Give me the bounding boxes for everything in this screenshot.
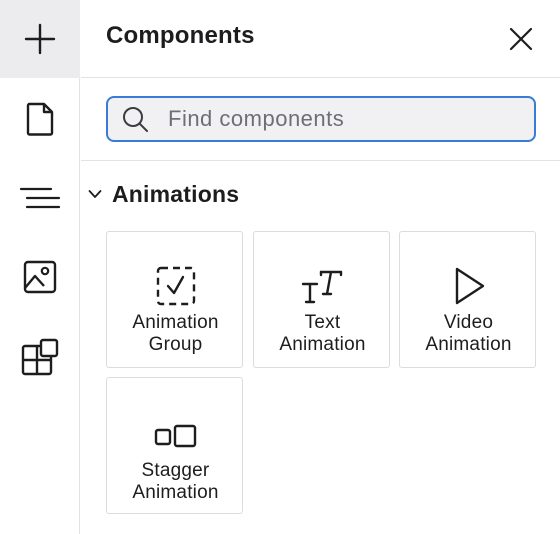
navigator-button[interactable] <box>0 159 80 237</box>
tile-label: Video Animation <box>425 312 512 355</box>
plus-icon <box>24 23 56 55</box>
apps-button[interactable] <box>0 318 80 396</box>
components-panel: Components Animations <box>81 0 560 534</box>
assets-button[interactable] <box>0 238 80 316</box>
search-box[interactable] <box>106 96 536 142</box>
page-icon <box>26 102 54 136</box>
section-title: Animations <box>112 180 240 207</box>
add-components-button[interactable] <box>0 0 80 78</box>
search-area <box>81 78 560 161</box>
navigator-lines-icon <box>19 187 61 209</box>
close-panel-button[interactable] <box>504 22 538 56</box>
image-icon <box>23 260 57 294</box>
close-icon <box>509 27 533 51</box>
panel-title: Components <box>106 22 255 49</box>
component-tile-animation-group[interactable]: Animation Group <box>106 231 243 368</box>
panel-header: Components <box>81 0 560 78</box>
tool-rail <box>0 0 80 534</box>
tile-label: Stagger Animation <box>132 460 219 503</box>
component-tile-text-animation[interactable]: Text Animation <box>253 231 390 368</box>
search-icon <box>120 104 150 134</box>
stagger-animation-icon <box>154 424 196 448</box>
components-grid-icon <box>21 338 59 376</box>
component-tile-video-animation[interactable]: Video Animation <box>399 231 536 368</box>
chevron-down-icon <box>87 186 103 202</box>
section-header-animations[interactable]: Animations <box>81 172 560 216</box>
search-input[interactable] <box>166 105 510 133</box>
animation-group-icon <box>156 266 195 306</box>
component-tile-stagger-animation[interactable]: Stagger Animation <box>106 377 243 514</box>
tile-label: Text Animation <box>279 312 366 355</box>
text-animation-icon <box>301 270 342 304</box>
pages-button[interactable] <box>0 80 80 158</box>
video-play-icon <box>455 267 484 305</box>
tile-label: Animation Group <box>132 312 219 355</box>
